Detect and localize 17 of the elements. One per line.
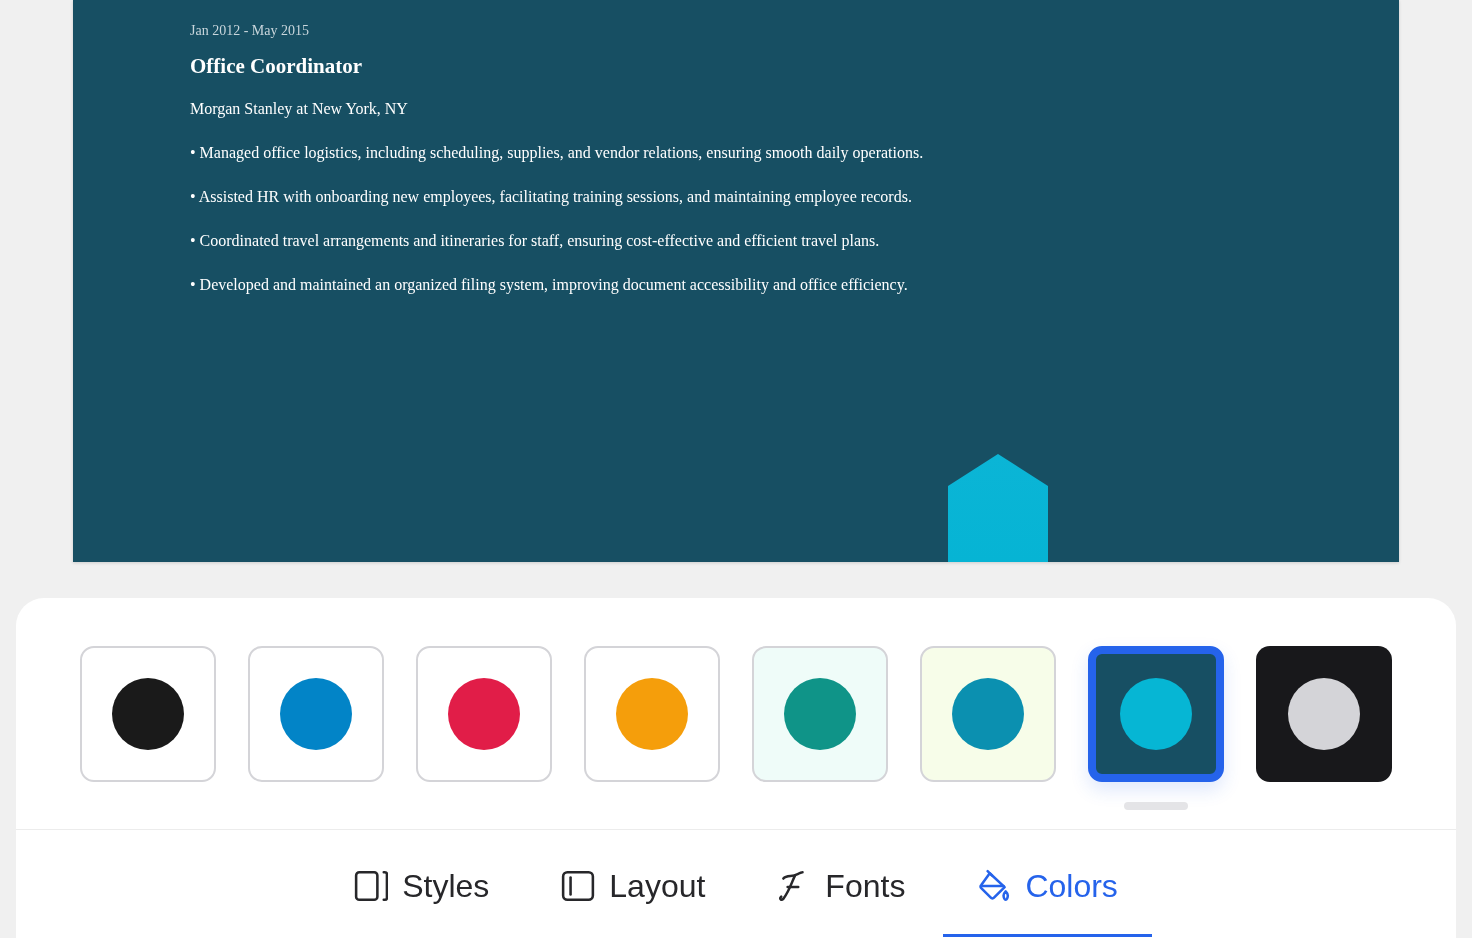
bullet-item: • Developed and maintained an organized filing system, improving document accessibility and office efficiency. <box>190 274 909 296</box>
tab[interactable]: Layout <box>527 830 740 937</box>
company-location: Morgan Stanley at New York, NY <box>190 98 409 120</box>
tab[interactable]: Fonts <box>743 830 940 937</box>
bullet-item: • Assisted HR with onboarding new employees, facilitating training sessions, and maintaining employee records. <box>190 186 913 208</box>
color-swatch[interactable] <box>1256 646 1392 782</box>
color-swatch[interactable] <box>1088 646 1224 782</box>
tab[interactable]: Styles <box>320 830 524 937</box>
panel-icon <box>354 869 389 903</box>
layout-icon <box>561 869 596 903</box>
paint-bucket-icon <box>977 869 1012 903</box>
bullet-item: • Managed office logistics, including scheduling, supplies, and vendor relations, ensuring smooth daily operations. <box>190 142 925 164</box>
bullet-item: • Coordinated travel arrangements and itineraries for staff, ensuring cost-effective and efficient travel plans. <box>190 230 881 252</box>
job-title: Office Coordinator <box>190 53 364 80</box>
tab[interactable]: Colors <box>943 830 1152 937</box>
date-range: Jan 2012 - May 2015 <box>190 22 310 40</box>
selection-indicator <box>1124 802 1188 810</box>
